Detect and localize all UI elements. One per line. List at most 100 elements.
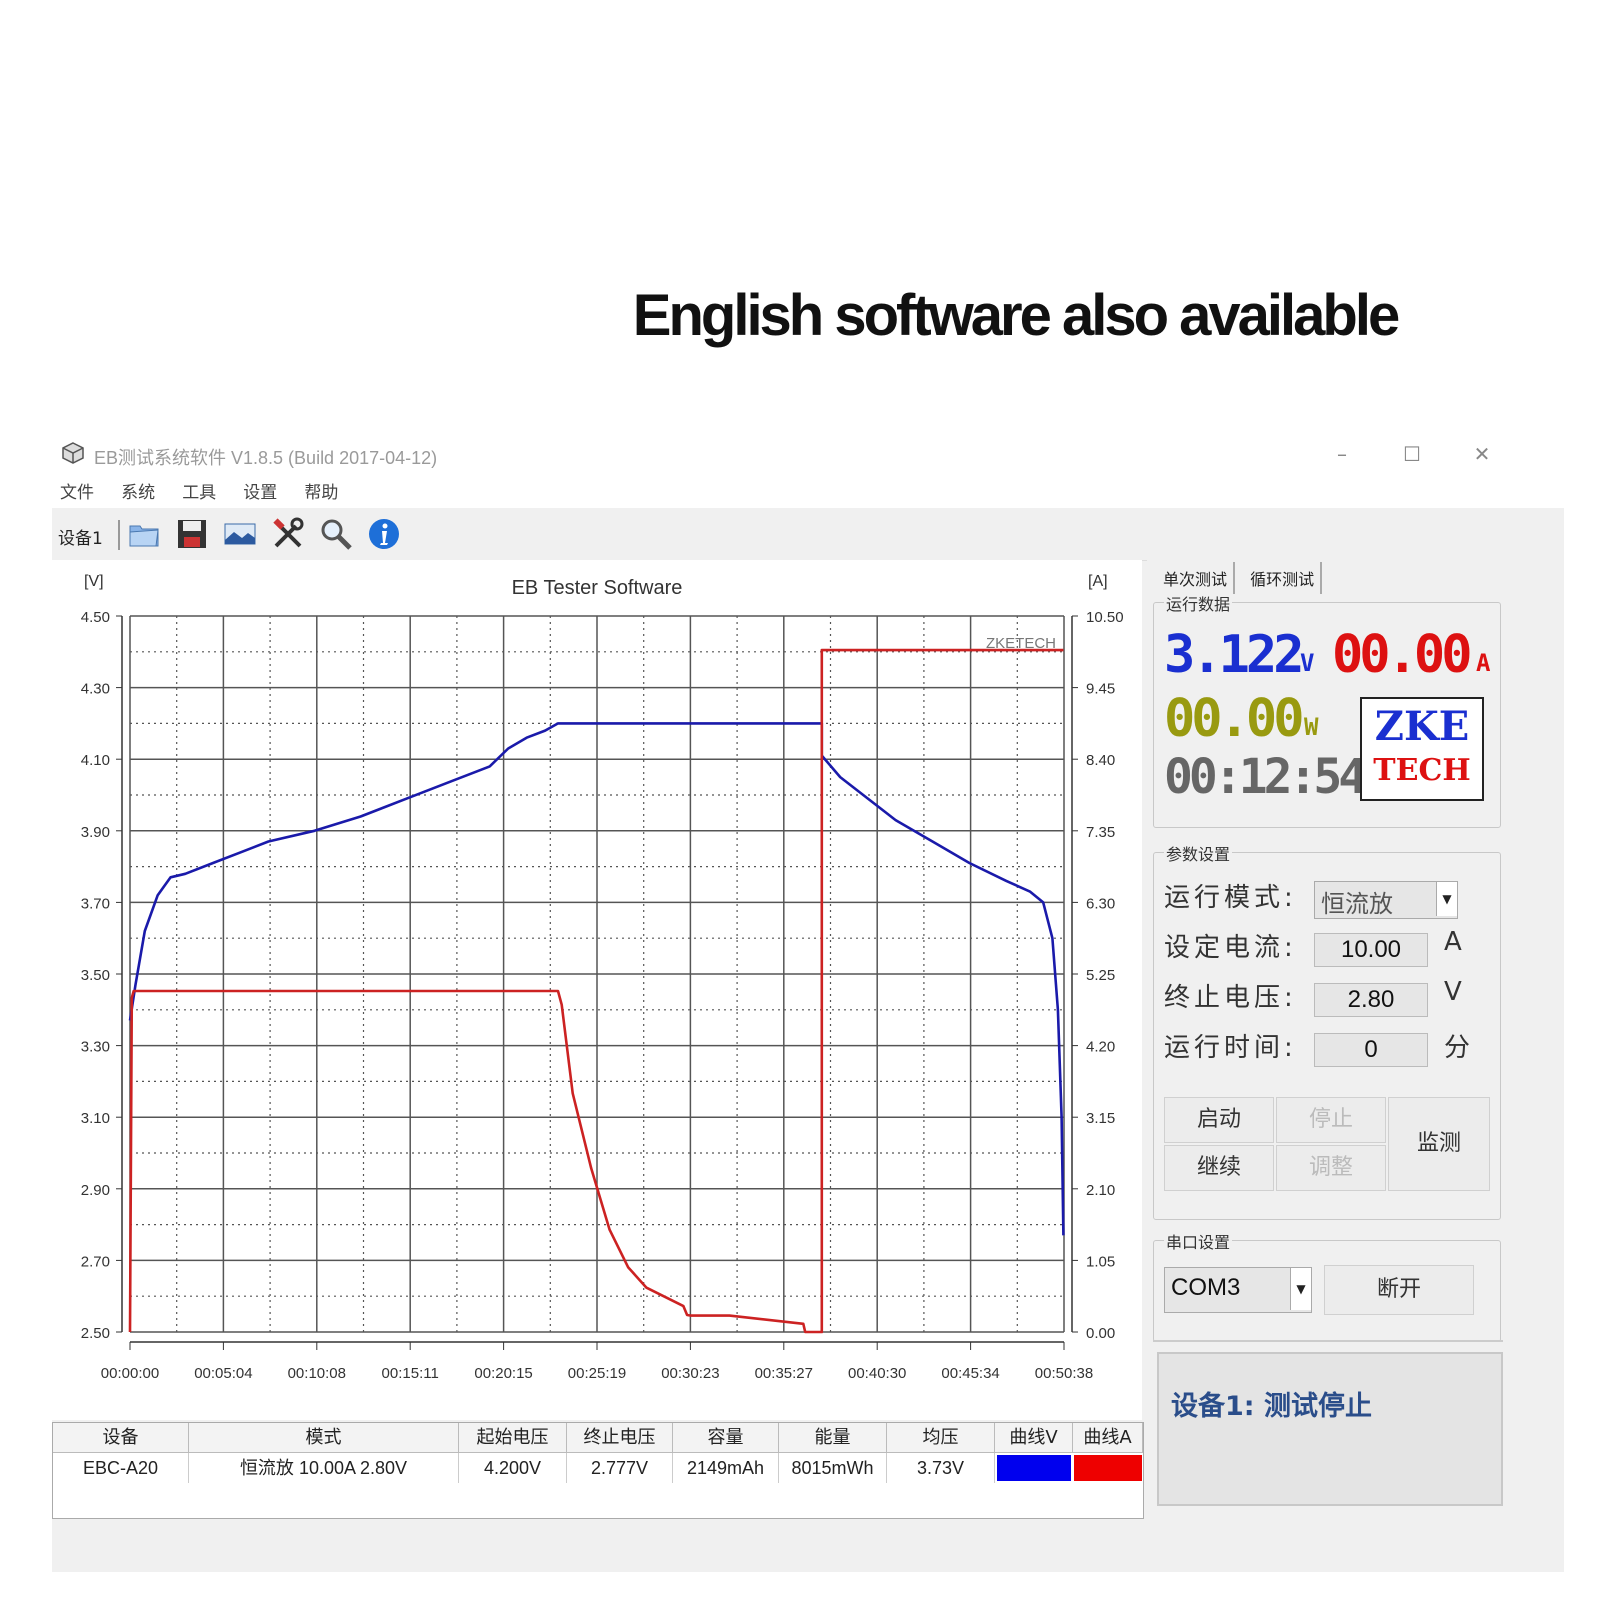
right-tick-label: 1.05 bbox=[1086, 1253, 1115, 1270]
start-button[interactable]: 启动 bbox=[1164, 1097, 1274, 1143]
close-button[interactable]: ✕ bbox=[1462, 436, 1502, 472]
left-axis-unit: [V] bbox=[84, 573, 104, 590]
menu-bar: 文件 系统 工具 设置 帮助 bbox=[52, 478, 1564, 508]
menu-system[interactable]: 系统 bbox=[121, 478, 155, 508]
left-tick-label: 4.30 bbox=[81, 681, 110, 698]
params-label: 参数设置 bbox=[1164, 841, 1233, 865]
toolbar-separator bbox=[118, 520, 120, 550]
voltage-readout: 3.122 bbox=[1164, 625, 1305, 685]
curve-a-color-swatch[interactable] bbox=[1074, 1455, 1142, 1481]
folder-icon[interactable] bbox=[126, 516, 162, 552]
cutoff-voltage-unit: V bbox=[1444, 977, 1462, 1007]
disconnect-button[interactable]: 断开 bbox=[1324, 1265, 1474, 1315]
x-tick-label: 00:05:04 bbox=[194, 1365, 252, 1382]
right-tick-label: 2.10 bbox=[1086, 1182, 1115, 1199]
left-tick-label: 2.90 bbox=[81, 1182, 110, 1199]
col-header-start-voltage: 起始电压 bbox=[459, 1423, 567, 1453]
col-header-curve-a: 曲线A bbox=[1073, 1423, 1143, 1453]
continue-button[interactable]: 继续 bbox=[1164, 1145, 1274, 1191]
set-current-unit: A bbox=[1444, 927, 1462, 957]
menu-settings[interactable]: 设置 bbox=[243, 478, 277, 508]
x-tick-label: 00:20:15 bbox=[474, 1365, 532, 1382]
power-unit: W bbox=[1304, 713, 1319, 741]
x-tick-label: 00:35:27 bbox=[755, 1365, 813, 1382]
right-tick-label: 9.45 bbox=[1086, 681, 1115, 698]
status-panel: 设备1: 测试停止 bbox=[1157, 1352, 1503, 1506]
current-unit: A bbox=[1476, 649, 1491, 677]
left-tick-label: 3.10 bbox=[81, 1110, 110, 1127]
left-tick-label: 3.30 bbox=[81, 1039, 110, 1056]
run-data-group: 运行数据 3.122 V 00.00 A 00.00 W 00:12:54 ZK… bbox=[1153, 591, 1501, 828]
menu-help[interactable]: 帮助 bbox=[304, 478, 338, 508]
right-tick-label: 3.15 bbox=[1086, 1110, 1115, 1127]
right-tick-label: 0.00 bbox=[1086, 1325, 1115, 1342]
col-header-avg-voltage: 均压 bbox=[887, 1423, 995, 1453]
left-tick-label: 2.50 bbox=[81, 1325, 110, 1342]
x-tick-label: 00:10:08 bbox=[288, 1365, 346, 1382]
results-table: 设备 模式 起始电压 终止电压 容量 能量 均压 曲线V 曲线A EBC-A20… bbox=[52, 1422, 1144, 1519]
right-tick-label: 6.30 bbox=[1086, 895, 1115, 912]
cutoff-voltage-input[interactable]: 2.80 bbox=[1314, 983, 1428, 1017]
col-header-device: 设备 bbox=[53, 1423, 189, 1453]
tools-icon[interactable] bbox=[270, 516, 306, 552]
runtime-label: 运行时间: bbox=[1164, 1033, 1297, 1063]
voltage-unit: V bbox=[1300, 649, 1315, 677]
runtime-unit: 分 bbox=[1444, 1033, 1471, 1063]
mode-dropdown[interactable]: 恒流放 ▼ bbox=[1314, 881, 1458, 919]
logo-text-tech: TECH bbox=[1373, 753, 1471, 788]
col-header-energy: 能量 bbox=[779, 1423, 887, 1453]
test-tabs: 单次测试 循环测试 bbox=[1157, 562, 1326, 594]
x-tick-label: 00:45:34 bbox=[941, 1365, 999, 1382]
col-header-curve-v: 曲线V bbox=[995, 1423, 1073, 1453]
image-icon[interactable] bbox=[222, 516, 258, 552]
control-panel: 单次测试 循环测试 运行数据 3.122 V 00.00 A 00.00 W 0… bbox=[1147, 560, 1564, 1572]
left-tick-label: 4.10 bbox=[81, 752, 110, 769]
info-icon[interactable] bbox=[366, 516, 402, 552]
x-tick-label: 00:40:30 bbox=[848, 1365, 906, 1382]
x-tick-label: 00:25:19 bbox=[568, 1365, 626, 1382]
current-readout: 00.00 bbox=[1332, 625, 1473, 685]
app-cube-icon bbox=[62, 442, 84, 464]
adjust-button[interactable]: 调整 bbox=[1276, 1145, 1386, 1191]
mode-row: 运行模式: 恒流放 ▼ bbox=[1164, 877, 1494, 919]
x-tick-label: 00:50:38 bbox=[1035, 1365, 1093, 1382]
set-current-input[interactable]: 10.00 bbox=[1314, 933, 1428, 967]
cell-capacity: 2149mAh bbox=[673, 1453, 779, 1483]
zoom-icon[interactable] bbox=[318, 516, 354, 552]
com-port-dropdown[interactable]: COM3 ▼ bbox=[1164, 1267, 1312, 1313]
voltage-current-chart: EB Tester Software [V] [A] ZKETECH 4.504… bbox=[81, 573, 1124, 1382]
save-icon[interactable] bbox=[174, 516, 210, 552]
menu-tools[interactable]: 工具 bbox=[182, 478, 216, 508]
col-header-capacity: 容量 bbox=[673, 1423, 779, 1453]
curve-v-color-swatch[interactable] bbox=[997, 1455, 1071, 1481]
chart-panel: EB Tester Software [V] [A] ZKETECH 4.50 4… bbox=[52, 560, 1142, 1420]
x-tick-label: 00:15:11 bbox=[382, 1365, 439, 1382]
cell-mode: 恒流放 10.00A 2.80V bbox=[189, 1453, 459, 1483]
cell-device: EBC-A20 bbox=[53, 1453, 189, 1483]
current-row: 设定电流: 10.00 A bbox=[1164, 927, 1494, 967]
cell-avg-voltage: 3.73V bbox=[887, 1453, 995, 1483]
status-text: 设备1: 测试停止 bbox=[1171, 1391, 1372, 1422]
right-tick-label: 5.25 bbox=[1086, 967, 1115, 984]
promo-banner: English software also available bbox=[632, 283, 1400, 348]
stop-button[interactable]: 停止 bbox=[1276, 1097, 1386, 1143]
chart-title: EB Tester Software bbox=[512, 577, 683, 599]
chart-ticks: 4.50 4.30 4.10 3.90 3.70 3.50 3.30 3.10 2.90 2.70… bbox=[81, 609, 1124, 1382]
runtime-input[interactable]: 0 bbox=[1314, 1033, 1428, 1067]
tab-single-test[interactable]: 单次测试 bbox=[1157, 562, 1236, 594]
minimize-button[interactable]: – bbox=[1322, 436, 1362, 472]
zke-tech-logo: ZKE TECH bbox=[1360, 697, 1484, 801]
right-axis-unit: [A] bbox=[1088, 573, 1108, 590]
cell-energy: 8015mWh bbox=[779, 1453, 887, 1483]
cell-start-voltage: 4.200V bbox=[459, 1453, 567, 1483]
run-data-label: 运行数据 bbox=[1164, 591, 1233, 615]
chevron-down-icon[interactable]: ▼ bbox=[1290, 1268, 1311, 1310]
power-readout: 00.00 bbox=[1164, 689, 1305, 749]
device-selector[interactable]: 设备1 bbox=[58, 524, 103, 549]
menu-file[interactable]: 文件 bbox=[60, 478, 94, 508]
chevron-down-icon[interactable]: ▼ bbox=[1436, 882, 1457, 916]
divider bbox=[1153, 1340, 1503, 1342]
maximize-button[interactable]: ☐ bbox=[1392, 436, 1432, 472]
tab-cycle-test[interactable]: 循环测试 bbox=[1244, 562, 1323, 594]
monitor-button[interactable]: 监测 bbox=[1388, 1097, 1490, 1191]
